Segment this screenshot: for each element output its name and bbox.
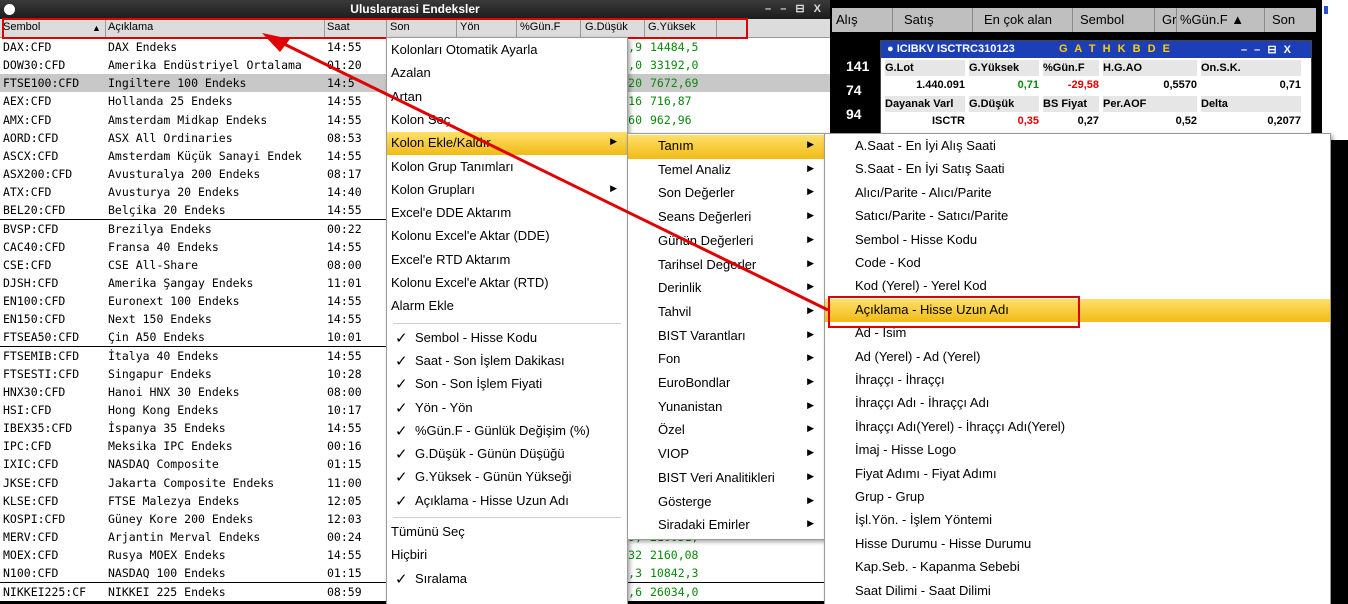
annotation-arrow xyxy=(262,33,829,312)
arrow-head-icon xyxy=(262,33,290,52)
